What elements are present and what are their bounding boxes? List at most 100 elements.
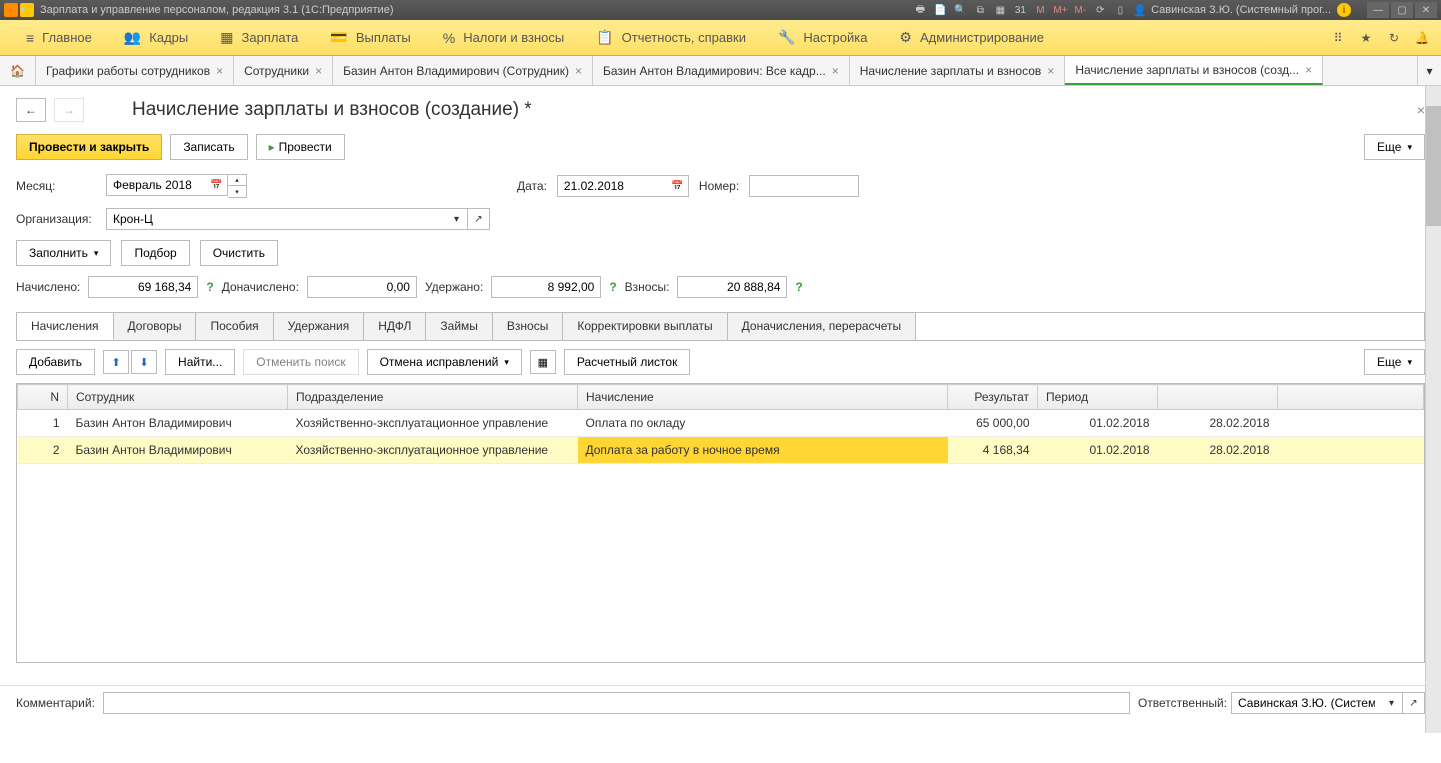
- menu-settings[interactable]: 🔧Настройка: [762, 29, 883, 46]
- star-icon[interactable]: ★: [1357, 29, 1375, 47]
- add-accrued-value[interactable]: [307, 276, 417, 298]
- cancel-search-button[interactable]: Отменить поиск: [243, 349, 358, 375]
- month-input[interactable]: [106, 174, 206, 196]
- search-icon[interactable]: 🔍: [953, 3, 967, 17]
- col-accrual[interactable]: Начисление: [578, 385, 948, 410]
- bell-icon[interactable]: 🔔: [1413, 29, 1431, 47]
- menu-taxes[interactable]: %Налоги и взносы: [427, 30, 581, 46]
- print-icon[interactable]: 🖶: [913, 3, 927, 17]
- calendar-icon[interactable]: 31: [1013, 3, 1027, 17]
- col-n[interactable]: N: [18, 385, 68, 410]
- col-extra[interactable]: [1278, 385, 1424, 410]
- cancel-fix-button[interactable]: Отмена исправлений▾: [367, 349, 522, 375]
- nav-back-button[interactable]: ←: [16, 98, 46, 122]
- close-icon[interactable]: ×: [575, 64, 582, 78]
- m-minus-icon[interactable]: M-: [1073, 3, 1087, 17]
- calendar-icon[interactable]: 📅: [206, 174, 228, 196]
- history-icon[interactable]: ↻: [1385, 29, 1403, 47]
- restore-icon[interactable]: ⟳: [1093, 3, 1107, 17]
- close-icon[interactable]: ×: [315, 64, 322, 78]
- find-button[interactable]: Найти...: [165, 349, 235, 375]
- write-button[interactable]: Записать: [170, 134, 247, 160]
- withheld-value[interactable]: [491, 276, 601, 298]
- menu-salary[interactable]: ▦Зарплата: [204, 29, 314, 46]
- fill-button[interactable]: Заполнить▾: [16, 240, 111, 266]
- tabs-dropdown[interactable]: ▾: [1417, 56, 1441, 85]
- menu-personnel[interactable]: 👥Кадры: [108, 29, 204, 46]
- m-plus-icon[interactable]: M+: [1053, 3, 1067, 17]
- help-icon[interactable]: ?: [795, 280, 802, 294]
- subtab-deductions[interactable]: Удержания: [274, 313, 365, 340]
- subtab-ndfl[interactable]: НДФЛ: [364, 313, 426, 340]
- move-down-button[interactable]: ⬇: [131, 350, 157, 374]
- close-icon[interactable]: ×: [832, 64, 839, 78]
- panel-icon[interactable]: ▯: [1113, 3, 1127, 17]
- close-icon[interactable]: ×: [216, 64, 223, 78]
- col-department[interactable]: Подразделение: [288, 385, 578, 410]
- col-result[interactable]: Результат: [948, 385, 1038, 410]
- info-icon[interactable]: i: [1337, 3, 1351, 17]
- subtab-corrections[interactable]: Корректировки выплаты: [563, 313, 727, 340]
- copy-icon[interactable]: 📄: [933, 3, 947, 17]
- user-label[interactable]: 👤 Савинская З.Ю. (Системный прог...: [1133, 4, 1331, 17]
- dropdown-icon[interactable]: ▾: [20, 3, 34, 17]
- close-icon[interactable]: ×: [1047, 64, 1054, 78]
- maximize-button[interactable]: ▢: [1391, 2, 1413, 18]
- menu-reports[interactable]: 📋Отчетность, справки: [580, 29, 762, 46]
- tab-employee-all[interactable]: Базин Антон Владимирович: Все кадр...×: [593, 56, 850, 85]
- tab-accrual[interactable]: Начисление зарплаты и взносов×: [850, 56, 1066, 85]
- month-up[interactable]: ▴: [228, 175, 246, 186]
- col-period2[interactable]: [1158, 385, 1278, 410]
- tab-schedules[interactable]: Графики работы сотрудников×: [36, 56, 234, 85]
- subtab-contracts[interactable]: Договоры: [114, 313, 197, 340]
- table-row[interactable]: 1 Базин Антон Владимирович Хозяйственно-…: [18, 410, 1424, 437]
- subtab-benefits[interactable]: Пособия: [196, 313, 273, 340]
- compare-icon[interactable]: ⧉: [973, 3, 987, 17]
- page-close-button[interactable]: ×: [1417, 102, 1425, 118]
- clear-button[interactable]: Очистить: [200, 240, 278, 266]
- subtab-accruals[interactable]: Начисления: [17, 313, 114, 340]
- help-icon[interactable]: ?: [609, 280, 616, 294]
- number-input[interactable]: [749, 175, 859, 197]
- month-down[interactable]: ▾: [228, 186, 246, 197]
- calendar-icon[interactable]: 📅: [667, 175, 689, 197]
- close-window-button[interactable]: ✕: [1415, 2, 1437, 18]
- col-period[interactable]: Период: [1038, 385, 1158, 410]
- move-up-button[interactable]: ⬆: [103, 350, 129, 374]
- help-icon[interactable]: ?: [206, 280, 213, 294]
- org-input[interactable]: [106, 208, 446, 230]
- subtab-loans[interactable]: Займы: [426, 313, 493, 340]
- open-icon[interactable]: ↗: [468, 208, 490, 230]
- nav-forward-button[interactable]: →: [54, 98, 84, 122]
- more-button[interactable]: Еще▾: [1364, 134, 1425, 160]
- post-button[interactable]: ▸Провести: [256, 134, 345, 160]
- accruals-table[interactable]: N Сотрудник Подразделение Начисление Рез…: [16, 383, 1425, 663]
- menu-main[interactable]: ≡Главное: [10, 30, 108, 46]
- menu-payments[interactable]: 💳Выплаты: [314, 29, 426, 46]
- minimize-button[interactable]: —: [1367, 2, 1389, 18]
- sub-more-button[interactable]: Еще▾: [1364, 349, 1425, 375]
- m-icon[interactable]: M: [1033, 3, 1047, 17]
- comment-input[interactable]: [103, 692, 1130, 714]
- grid-icon[interactable]: ⠿: [1329, 29, 1347, 47]
- add-button[interactable]: Добавить: [16, 349, 95, 375]
- dropdown-icon[interactable]: ▾: [446, 208, 468, 230]
- subtab-contributions[interactable]: Взносы: [493, 313, 563, 340]
- scroll-thumb[interactable]: [1426, 106, 1441, 226]
- calc-icon[interactable]: ▦: [993, 3, 1007, 17]
- tab-accrual-create[interactable]: Начисление зарплаты и взносов (созд...×: [1065, 56, 1323, 85]
- tab-employees[interactable]: Сотрудники×: [234, 56, 333, 85]
- dropdown-icon[interactable]: ▾: [1381, 692, 1403, 714]
- subtab-recalc[interactable]: Доначисления, перерасчеты: [728, 313, 916, 340]
- table-settings-button[interactable]: ▦: [530, 350, 556, 374]
- table-row[interactable]: 2 Базин Антон Владимирович Хозяйственно-…: [18, 437, 1424, 464]
- home-tab[interactable]: 🏠: [0, 56, 36, 85]
- col-employee[interactable]: Сотрудник: [68, 385, 288, 410]
- responsible-input[interactable]: [1231, 692, 1381, 714]
- select-button[interactable]: Подбор: [121, 240, 189, 266]
- payslip-button[interactable]: Расчетный листок: [564, 349, 690, 375]
- tab-employee-card[interactable]: Базин Антон Владимирович (Сотрудник)×: [333, 56, 593, 85]
- open-icon[interactable]: ↗: [1403, 692, 1425, 714]
- menu-admin[interactable]: ⚙Администрирование: [883, 29, 1060, 46]
- accrued-value[interactable]: [88, 276, 198, 298]
